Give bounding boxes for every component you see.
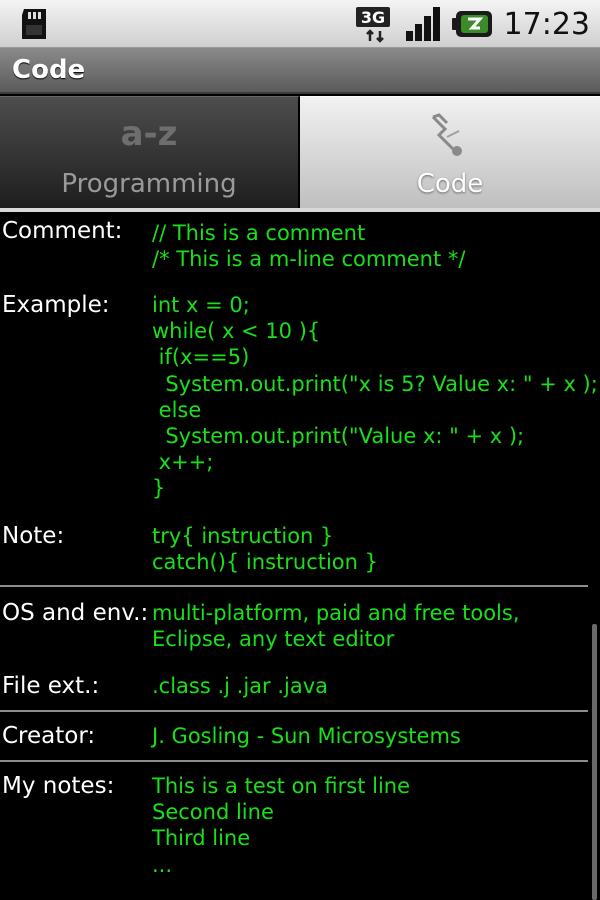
scrollbar[interactable] — [592, 624, 597, 900]
entry-label: Creator: — [2, 723, 96, 749]
entry-label: OS and env.: — [2, 600, 149, 626]
entry-label: Example: — [2, 292, 110, 318]
tab-bar: a-z Programming Code — [0, 96, 600, 210]
entry-value: multi-platform, paid and free tools, Ecl… — [152, 601, 520, 652]
tab-programming[interactable]: a-z Programming — [0, 96, 300, 208]
tab-label-code: Code — [416, 169, 484, 199]
battery-icon — [451, 11, 492, 37]
entry-value: This is a test on first line Second line… — [152, 774, 411, 877]
tab-code[interactable]: Code — [300, 96, 600, 208]
network-3g-icon: 3G — [355, 7, 390, 43]
divider — [0, 585, 588, 587]
entry-value: try{ instruction } catch(){ instruction … — [152, 524, 378, 575]
entry-value: J. Gosling - Sun Microsystems — [152, 724, 461, 748]
code-details[interactable]: Comment: // This is a comment /* This is… — [0, 212, 600, 900]
svg-text:a-z: a-z — [122, 114, 176, 154]
clock: 17:23 — [503, 6, 590, 42]
network-type-text: 3G — [360, 8, 384, 27]
sd-card-icon — [22, 9, 46, 39]
page-title: Code — [12, 55, 86, 85]
az-icon: a-z — [122, 114, 176, 154]
entry-value: // This is a comment /* This is a m-line… — [152, 221, 466, 272]
divider — [0, 760, 588, 762]
entry-label: My notes: — [2, 773, 115, 799]
entry-label: File ext.: — [2, 673, 100, 699]
entry-value: .class .j .jar .java — [152, 674, 329, 698]
entry-value: int x = 0; while( x < 10 ){ if(x==5) Sys… — [152, 293, 598, 501]
code-icon — [431, 113, 462, 156]
status-bar: 3G 17:23 — [0, 0, 600, 48]
signal-icon — [405, 7, 440, 41]
tab-label-programming: Programming — [61, 169, 237, 199]
entry-label: Note: — [2, 523, 65, 549]
title-bar: Code — [0, 48, 600, 94]
entry-label: Comment: — [2, 218, 123, 244]
divider — [0, 710, 588, 712]
